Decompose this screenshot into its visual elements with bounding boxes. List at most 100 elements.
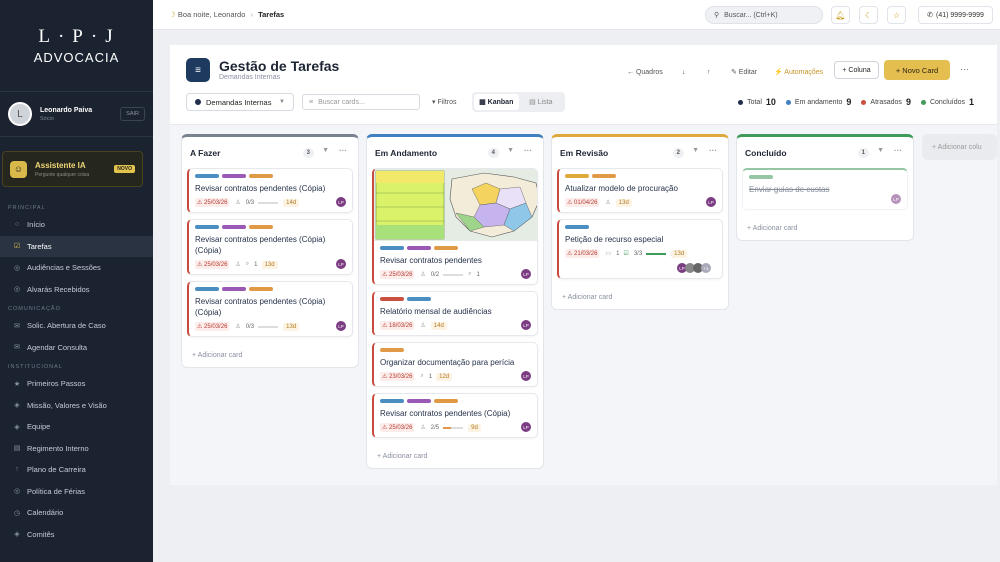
checklist-progress (258, 201, 279, 204)
sidebar-item-tarefas[interactable]: ☑ Tarefas (0, 235, 153, 257)
theme-toggle-button[interactable]: ☾ (859, 6, 878, 24)
boards-button[interactable]: ← Quadros (627, 63, 663, 81)
checklist-count: 3/3 (633, 250, 643, 257)
stat-label: Atrasados (870, 98, 902, 106)
page-title: Gestão de Tarefas (219, 58, 340, 74)
more-options-button[interactable]: ··· (960, 64, 969, 74)
sidebar-item-primeiros-passos[interactable]: ★ Primeiros Passos (0, 373, 153, 395)
tag (222, 225, 246, 229)
search-icon: ⚲ (714, 12, 720, 19)
tab-kanban[interactable]: ▦ Kanban (474, 94, 519, 110)
filters-button[interactable]: ▾ Filtros (432, 94, 457, 110)
view-switcher: ▦ Kanban ▤ Lista (472, 92, 565, 112)
filter-icon[interactable]: ▼ (692, 147, 699, 154)
attachment-icon: ⌕ (468, 271, 472, 277)
task-card[interactable]: Relatório mensal de audiências ⚠ 18/03/2… (372, 291, 538, 336)
board-select[interactable]: Demandas Internas ▼ (186, 93, 294, 111)
more-icon[interactable]: ··· (709, 146, 717, 155)
comment-count: 1 (616, 250, 620, 257)
card-meta: ⚠ 23/03/26 ⌕ 1 12d (374, 368, 537, 386)
brand-logo[interactable]: L·P·J ADVOCACIA (0, 0, 153, 92)
sidebar-item-calendario[interactable]: ◷ Calendário (0, 502, 153, 524)
sidebar-item-plano-carreira[interactable]: ↑ Plano de Carreira (0, 459, 153, 481)
add-column-button[interactable]: + Coluna (834, 61, 879, 79)
sidebar-item-comites[interactable]: ◈ Comitês (0, 524, 153, 546)
export-button[interactable]: ↓ (682, 63, 686, 81)
stat-dot (738, 99, 744, 105)
tag (434, 399, 458, 403)
task-card[interactable]: Revisar contratos pendentes (Cópia) ⚠ 25… (372, 393, 538, 438)
global-search-input[interactable]: ⚲ Buscar... (Ctrl+K) (705, 6, 823, 24)
logout-button[interactable]: SAIR (120, 107, 145, 121)
favorites-button[interactable]: ☆ (887, 6, 906, 24)
tab-lista[interactable]: ▤ Lista (519, 94, 564, 110)
tag (407, 297, 431, 301)
sidebar-item-missao[interactable]: ◈ Missão, Valores e Visão (0, 395, 153, 417)
sidebar-item-label: Regimento Interno (27, 443, 89, 453)
automations-button[interactable]: ⚡ Automações (774, 63, 823, 81)
card-tags (189, 282, 352, 292)
sidebar-item-alvaras[interactable]: ◎ Alvarás Recebidos (0, 279, 153, 301)
card-tags (559, 220, 722, 230)
notifications-button[interactable]: 🔔︎ (831, 6, 850, 24)
user-panel: L Leonardo Paiva Sócio SAIR (0, 92, 153, 137)
sidebar-item-label: Primeiros Passos (27, 379, 86, 389)
task-card[interactable]: Revisar contratos pendentes (Cópia) ⚠ 25… (187, 168, 353, 213)
sidebar-item-abertura-caso[interactable]: ✉ Solic. Abertura de Caso (0, 315, 153, 337)
task-card[interactable]: Organizar documentação para perícia ⚠ 23… (372, 342, 538, 387)
phone-button[interactable]: ✆ (41) 9999-9999 (918, 6, 993, 24)
task-card[interactable]: Revisar contratos pendentes (Cópia) (Cóp… (187, 219, 353, 275)
task-card[interactable]: Revisar contratos pendentes ⚠ 25/03/26 ♙ 0… (372, 168, 538, 285)
sidebar-item-label: Início (27, 220, 45, 230)
add-card-button[interactable]: + Adicionar card (182, 343, 358, 367)
sidebar-item-regimento[interactable]: ▤ Regimento Interno (0, 438, 153, 460)
more-icon[interactable]: ··· (339, 146, 347, 155)
import-button[interactable]: ↑ (707, 63, 711, 81)
due-date: ⚠ 21/03/26 (565, 249, 600, 258)
card-title: Revisar contratos pendentes (Cópia) (195, 184, 326, 193)
card-title: Petição de recurso especial (565, 235, 664, 244)
tag (380, 246, 404, 250)
task-card[interactable]: Petição de recurso especial ⚠ 21/03/26 ▭ 1… (557, 219, 723, 279)
card-title: Revisar contratos pendentes (Cópia) (Cóp… (195, 235, 326, 255)
more-icon[interactable]: ··· (894, 146, 902, 155)
stat-value: 1 (968, 97, 974, 107)
filter-icon[interactable]: ▼ (877, 147, 884, 154)
task-card[interactable]: Revisar contratos pendentes (Cópia) (Cóp… (187, 281, 353, 337)
stat-dot (920, 99, 926, 105)
sidebar-item-equipe[interactable]: ◈ Equipe (0, 416, 153, 438)
more-icon[interactable]: ··· (524, 146, 532, 155)
card-title: Revisar contratos pendentes (380, 256, 482, 265)
card-meta: ⚠ 25/03/26 ♙ 0/3 14d (189, 194, 352, 212)
tag (565, 225, 589, 229)
sidebar-item-agendar-consulta[interactable]: ✉ Agendar Consulta (0, 337, 153, 359)
column-concluido: Concluído 1 ▼ ··· Enviar guias de custas LP… (736, 134, 914, 241)
card-search-input[interactable]: ≡ Buscar cards... (302, 94, 420, 110)
avatar: LP (521, 320, 531, 330)
task-card[interactable]: Enviar guias de custas LP (742, 168, 908, 210)
ai-assistant-button[interactable]: ☺ Assistente IA Pergunte qualquer coisa … (2, 151, 143, 187)
user-icon: ♙ (420, 425, 426, 431)
due-date: ⚠ 25/03/26 (380, 270, 415, 279)
sidebar-item-inicio[interactable]: ○ Início (0, 214, 153, 236)
task-card[interactable]: Atualizar modelo de procuração ⚠ 01/04/2… (557, 168, 723, 213)
new-card-button[interactable]: + Novo Card (884, 60, 950, 80)
add-card-button[interactable]: + Adicionar card (737, 216, 913, 240)
sidebar-item-audiencias[interactable]: ◎ Audiências e Sessões (0, 257, 153, 279)
sidebar-item-ferias[interactable]: ◎ Política de Férias (0, 481, 153, 503)
add-card-button[interactable]: + Adicionar card (552, 285, 728, 309)
stat-andamento: Em andamento 9 (785, 97, 851, 107)
tag (195, 225, 219, 229)
page-header: ≡ Gestão de Tarefas Demandas Internas ← … (170, 45, 997, 125)
add-card-button[interactable]: + Adicionar card (367, 444, 543, 468)
menu-icon[interactable]: ≡ (186, 58, 210, 82)
user-role: Sócio (40, 115, 54, 122)
column-title: Em Revisão (560, 147, 609, 158)
avatar[interactable]: L (8, 102, 32, 126)
filter-icon[interactable]: ▼ (507, 147, 514, 154)
column-header: Em Revisão 2 ▼ ··· (552, 137, 728, 168)
section-principal: PRINCIPAL (8, 205, 46, 211)
edit-button[interactable]: ✎ Editar (731, 63, 757, 81)
add-column-placeholder[interactable]: + Adicionar colu (922, 134, 997, 160)
filter-icon[interactable]: ▼ (322, 147, 329, 154)
